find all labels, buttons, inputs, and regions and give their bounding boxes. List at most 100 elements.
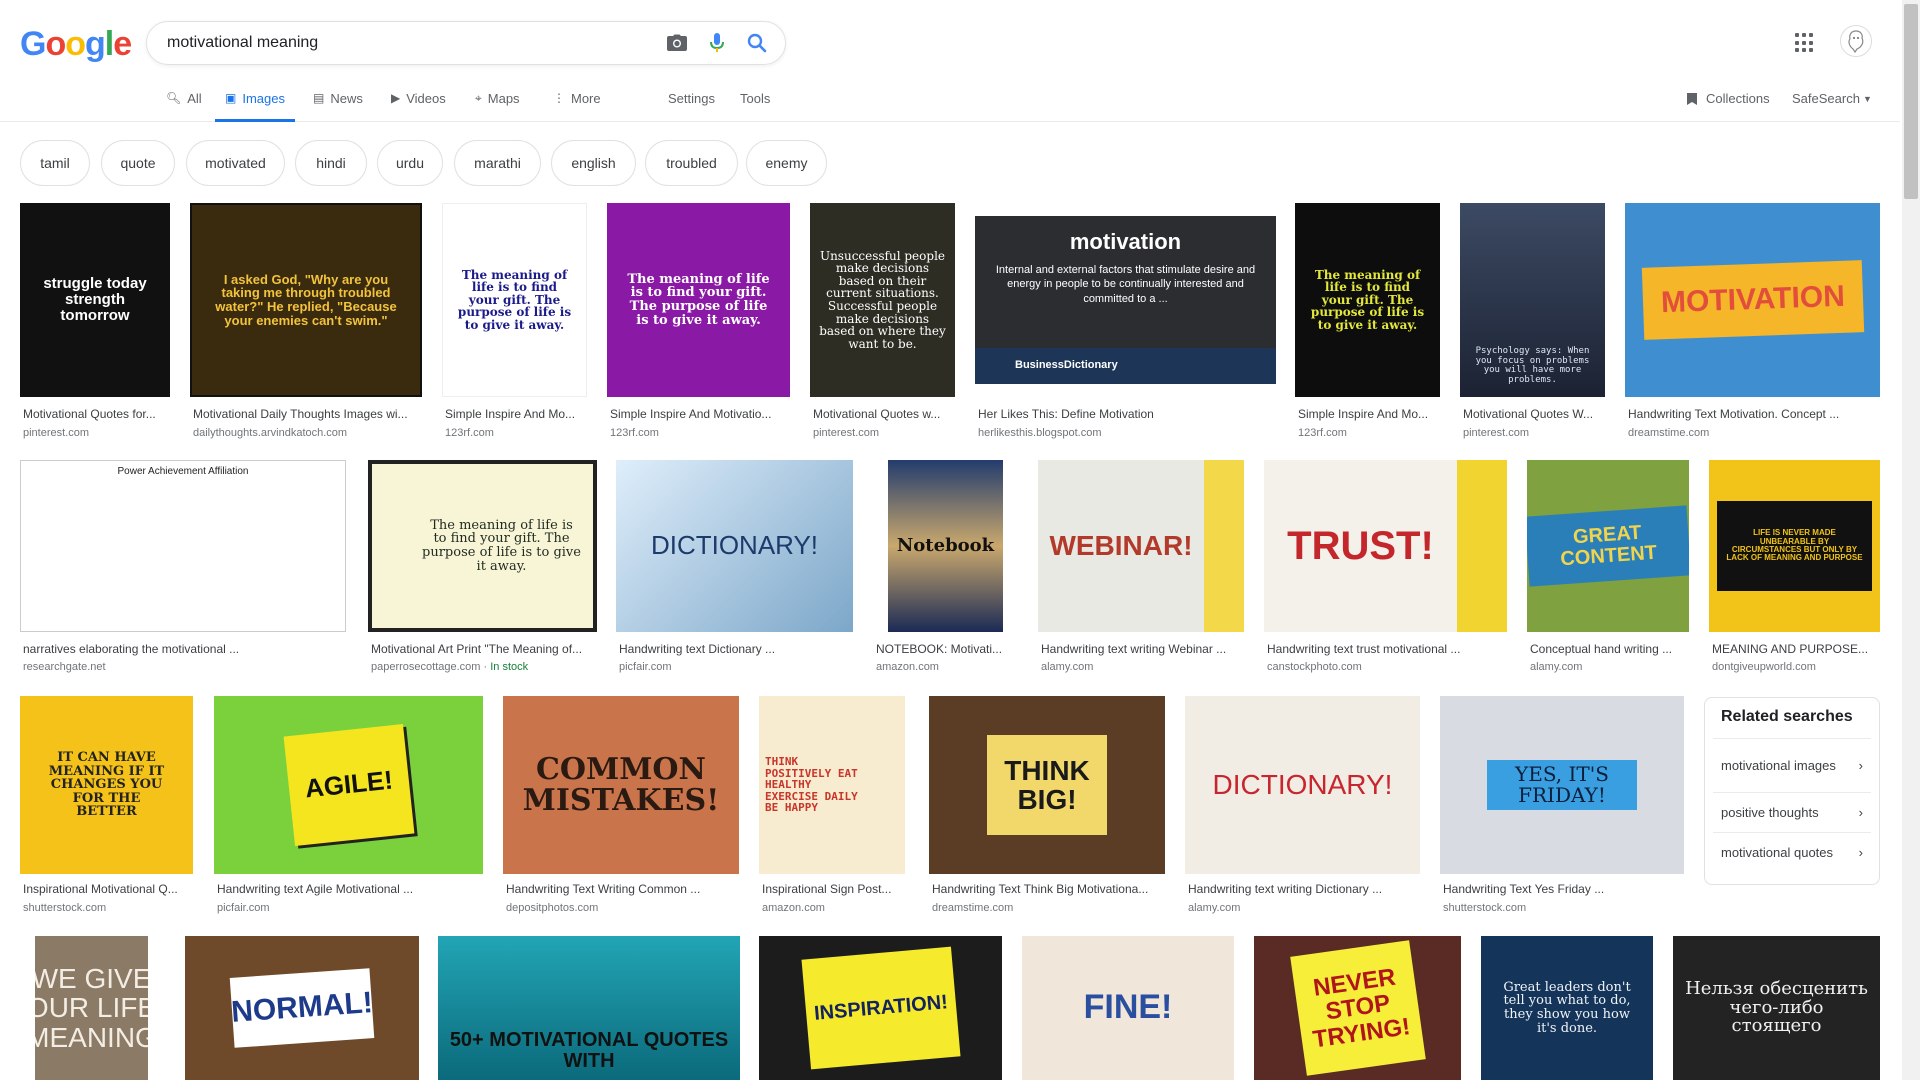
tab-maps[interactable]: ⌖ Maps — [475, 82, 520, 122]
chip-english[interactable]: english — [551, 140, 636, 186]
image-thumbnail: MOTIVATION — [1641, 260, 1864, 340]
image-caption: Handwriting Text Think Big Motivationa..… — [932, 882, 1149, 896]
image-thumbnail: THINK POSITIVELY EAT HEALTHY EXERCISE DA… — [759, 696, 905, 874]
tab-all[interactable]: 🔍︎ All — [166, 82, 202, 122]
tab-images[interactable]: ▣ Images — [215, 82, 295, 122]
chip-tamil[interactable]: tamil — [20, 140, 90, 186]
image-thumbnail: NEVER STOP TRYING! — [1289, 940, 1426, 1076]
image-result[interactable]: The meaning of life is to find your gift… — [442, 203, 587, 443]
image-result[interactable]: WEBINAR! Handwriting text writing Webina… — [1038, 460, 1244, 680]
image-source: shutterstock.com — [23, 902, 107, 914]
image-thumbnail: The meaning of life is to find your gift… — [442, 203, 587, 397]
image-result[interactable]: GREAT CONTENT Conceptual hand writing ..… — [1527, 460, 1689, 680]
microphone-icon[interactable] — [697, 23, 737, 63]
logo-letter: e — [113, 25, 132, 63]
image-result[interactable]: INSPIRATION! — [759, 936, 1002, 1080]
image-source: amazon.com — [876, 661, 939, 673]
image-source: amazon.com — [762, 902, 825, 914]
image-thumbnail: DICTIONARY! — [1185, 696, 1420, 874]
image-result[interactable]: Unsuccessful people make decisions based… — [810, 203, 955, 443]
image-result[interactable]: The meaning of life is to find your gift… — [368, 460, 597, 680]
image-result[interactable]: MOTIVATION Handwriting Text Motivation. … — [1625, 203, 1880, 443]
collections-link[interactable]: Collections — [1686, 91, 1770, 106]
image-source: dontgiveupworld.com — [1712, 661, 1816, 673]
image-result[interactable]: motivation Internal and external factors… — [975, 203, 1276, 443]
related-search-item[interactable]: motivational quotes › — [1713, 832, 1871, 872]
scrollbar-thumb[interactable] — [1904, 4, 1918, 199]
image-thumbnail: COMMON MISTAKES! — [503, 696, 739, 874]
image-thumbnail-frame: motivation Internal and external factors… — [975, 203, 1276, 397]
chip-troubled[interactable]: troubled — [645, 140, 738, 186]
related-search-label: motivational quotes — [1721, 844, 1834, 860]
image-thumbnail: Great leaders don't tell you what to do,… — [1481, 936, 1653, 1080]
tab-label: All — [187, 91, 202, 106]
related-search-item[interactable]: motivational images › — [1713, 738, 1871, 792]
image-result[interactable]: NORMAL! — [185, 936, 419, 1080]
image-result[interactable]: YES, IT'S FRIDAY! Handwriting Text Yes F… — [1440, 696, 1684, 916]
account-avatar[interactable] — [1840, 25, 1872, 57]
image-result[interactable]: AGILE! Handwriting text Agile Motivation… — [214, 696, 483, 916]
image-thumbnail: LIFE IS NEVER MADE UNBEARABLE BY CIRCUMS… — [1717, 501, 1872, 591]
tab-more[interactable]: ⋮ More — [553, 82, 601, 122]
image-thumbnail-frame: Notebook — [873, 460, 1018, 632]
camera-icon[interactable] — [657, 23, 697, 63]
newspaper-icon: ▤ — [313, 91, 325, 105]
image-result[interactable]: Great leaders don't tell you what to do,… — [1481, 936, 1653, 1080]
bookmark-icon — [1687, 92, 1697, 105]
image-caption: NOTEBOOK: Motivati... — [876, 642, 1003, 656]
image-result[interactable]: THINK BIG! Handwriting Text Think Big Mo… — [929, 696, 1165, 916]
related-search-item[interactable]: positive thoughts › — [1713, 792, 1871, 832]
image-result[interactable]: 50+ MOTIVATIONAL QUOTES WITH — [438, 936, 740, 1080]
image-result[interactable]: IT CAN HAVE MEANING IF IT CHANGES YOU FO… — [20, 696, 193, 916]
image-result[interactable]: THINK POSITIVELY EAT HEALTHY EXERCISE DA… — [759, 696, 905, 916]
image-result[interactable]: The meaning of life is to find your gift… — [1295, 203, 1440, 443]
search-box — [146, 21, 786, 65]
image-thumbnail: DICTIONARY! — [616, 460, 853, 632]
image-result[interactable]: The meaning of life is to find your gift… — [607, 203, 790, 443]
image-result[interactable]: TRUST! Handwriting text trust motivation… — [1264, 460, 1507, 680]
image-source: researchgate.net — [23, 661, 106, 673]
search-input[interactable] — [167, 34, 657, 52]
image-result[interactable]: Notebook NOTEBOOK: Motivati... amazon.co… — [873, 460, 1018, 680]
image-result[interactable]: LIFE IS NEVER MADE UNBEARABLE BY CIRCUMS… — [1709, 460, 1880, 680]
safesearch-label: SafeSearch — [1792, 91, 1860, 106]
tab-label: More — [571, 91, 601, 106]
apps-grid-icon[interactable] — [1795, 33, 1815, 53]
thumb-title: motivation — [1069, 229, 1182, 254]
image-result[interactable]: FINE! — [1022, 936, 1234, 1080]
image-result[interactable]: NEVER STOP TRYING! — [1254, 936, 1461, 1080]
image-result[interactable]: Нельзя обесценить чего-либо стоящего — [1673, 936, 1880, 1080]
tab-tools[interactable]: Tools — [740, 82, 770, 122]
image-result[interactable]: COMMON MISTAKES! Handwriting Text Writin… — [503, 696, 739, 916]
logo-letter: G — [20, 25, 46, 63]
search-icon[interactable] — [737, 23, 777, 63]
tab-videos[interactable]: ▶ Videos — [391, 82, 446, 122]
image-caption: Simple Inspire And Mo... — [1298, 407, 1429, 421]
image-caption: Inspirational Motivational Q... — [23, 882, 178, 896]
image-result[interactable]: WE GIVE OUR LIFE MEANING — [35, 936, 148, 1080]
tab-news[interactable]: ▤ News — [313, 82, 363, 122]
image-source: dailythoughts.arvindkatoch.com — [193, 427, 348, 439]
image-result[interactable]: DICTIONARY! Handwriting text Dictionary … — [616, 460, 853, 680]
image-result[interactable]: struggle today strength tomorrow Motivat… — [20, 203, 170, 443]
chip-motivated[interactable]: motivated — [186, 140, 285, 186]
chip-urdu[interactable]: urdu — [377, 140, 443, 186]
tab-settings[interactable]: Settings — [668, 82, 715, 122]
related-searches-panel: Related searches motivational images › p… — [1704, 697, 1880, 885]
image-result[interactable]: DICTIONARY! Handwriting text writing Dic… — [1185, 696, 1420, 916]
chip-marathi[interactable]: marathi — [454, 140, 541, 186]
image-caption: Simple Inspire And Mo... — [445, 407, 576, 421]
chip-enemy[interactable]: enemy — [746, 140, 827, 186]
image-result[interactable]: I asked God, "Why are you taking me thro… — [190, 203, 422, 443]
image-caption: Handwriting text Dictionary ... — [619, 642, 776, 656]
chip-quote[interactable]: quote — [101, 140, 175, 186]
logo-letter: l — [104, 25, 115, 63]
image-result[interactable]: Power Achievement Affiliation narratives… — [20, 460, 346, 680]
related-search-label: positive thoughts — [1721, 804, 1819, 820]
image-result[interactable]: Psychology says: When you focus on probl… — [1460, 203, 1605, 443]
tab-label: Videos — [406, 91, 446, 106]
chip-hindi[interactable]: hindi — [295, 140, 367, 186]
image-thumbnail-frame: NEVER STOP TRYING! — [1254, 936, 1461, 1080]
safesearch-dropdown[interactable]: SafeSearch ▼ — [1792, 91, 1872, 106]
google-logo[interactable]: Google — [20, 24, 132, 64]
